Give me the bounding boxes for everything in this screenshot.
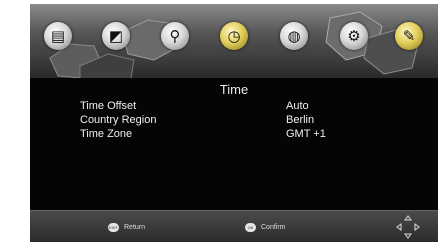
settings-panel <box>30 78 438 210</box>
time-zone-row[interactable]: Time Zone GMT +1 <box>80 128 410 140</box>
globe-icon[interactable]: ◍ <box>280 22 308 50</box>
navigation-arrows-icon <box>396 215 420 239</box>
time-zone-label: Time Zone <box>80 128 133 140</box>
tools-icon[interactable]: ✎ <box>395 22 423 50</box>
footer-bar: EXIT Return OK Confirm <box>30 210 438 242</box>
country-region-value[interactable]: Berlin <box>286 114 314 126</box>
clock-icon[interactable]: ◷ <box>220 22 248 50</box>
exit-key-icon: EXIT <box>108 223 119 232</box>
country-region-label: Country Region <box>80 114 157 126</box>
search-icon[interactable]: ⚲ <box>161 22 189 50</box>
tv-menu-screen: ▤ ◩ ⚲ ◷ ◍ ⚙ ✎ Time Time Offset Auto Coun… <box>30 4 438 242</box>
return-hint: Return <box>124 224 146 231</box>
country-region-row[interactable]: Country Region Berlin <box>80 114 410 126</box>
time-offset-label: Time Offset <box>80 100 137 112</box>
page-title: Time <box>219 82 249 97</box>
confirm-hint: Confirm <box>261 224 286 231</box>
settings-icon[interactable]: ⚙ <box>340 22 368 50</box>
time-offset-value[interactable]: Auto <box>286 100 309 112</box>
time-offset-row[interactable]: Time Offset Auto <box>80 100 410 112</box>
time-zone-value[interactable]: GMT +1 <box>286 128 326 140</box>
picture-icon[interactable]: ◩ <box>102 22 130 50</box>
channel-icon[interactable]: ▤ <box>44 22 72 50</box>
ok-key-icon: OK <box>245 223 256 232</box>
